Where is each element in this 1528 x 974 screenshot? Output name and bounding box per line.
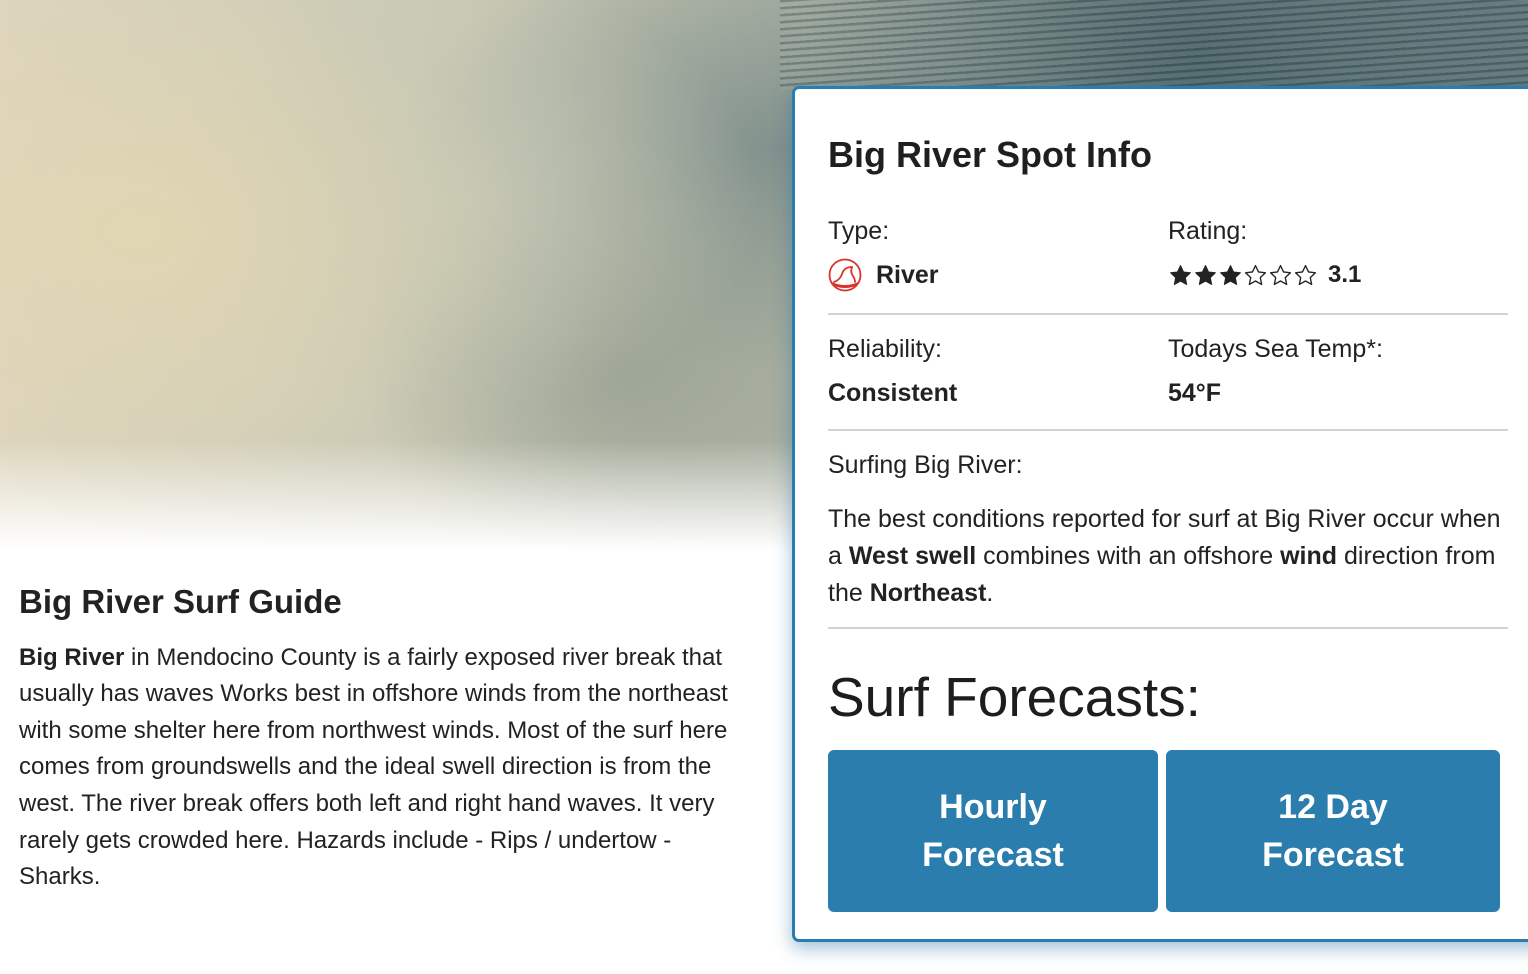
surfing-section: Surfing Big River: The best conditions r… xyxy=(828,447,1508,629)
reliability-value: Consistent xyxy=(828,379,958,407)
surf-guide-description: Big River in Mendocino County is a fairl… xyxy=(19,640,739,896)
star-filled-icon xyxy=(1170,264,1191,285)
surf-guide: Big River Surf Guide Big River in Mendoc… xyxy=(19,582,739,896)
star-filled-icon xyxy=(1220,264,1241,285)
surf-guide-title: Big River Surf Guide xyxy=(19,583,342,620)
rating-value: 3.1 xyxy=(1328,261,1362,288)
surfing-label: Surfing Big River: xyxy=(828,451,1023,479)
surfing-conditions-text: The best conditions reported for surf at… xyxy=(828,501,1508,612)
hourly-forecast-button[interactable]: Hourly Forecast xyxy=(828,750,1158,912)
reliability-cell: Reliability: Consistent xyxy=(828,331,1168,411)
rating-cell: Rating: 3.1 xyxy=(1168,213,1508,293)
sea-temp-label: Todays Sea Temp*: xyxy=(1168,335,1383,363)
surfing-direction: Northeast xyxy=(869,579,987,607)
spot-info-card: Big River Spot Info Type: River Rating: … xyxy=(792,86,1528,942)
reliability-label: Reliability: xyxy=(828,335,942,363)
star-empty-icon xyxy=(1269,264,1292,285)
surf-guide-spot-name: Big River xyxy=(19,643,125,671)
star-filled-icon xyxy=(1195,264,1216,285)
type-value-wrap: River xyxy=(828,257,1168,293)
surf-guide-text: in Mendocino County is a fairly exposed … xyxy=(19,643,728,891)
surfing-text-part2: combines with an offshore xyxy=(976,542,1281,570)
star-empty-icon xyxy=(1244,264,1267,285)
star-empty-icon xyxy=(1294,264,1317,285)
rating-stars xyxy=(1168,263,1318,288)
page: Big River Surf Guide Big River in Mendoc… xyxy=(0,0,1528,974)
surfing-wind: wind xyxy=(1280,542,1338,570)
spot-info-row-type-rating: Type: River Rating: 3.1 xyxy=(828,213,1508,315)
type-cell: Type: River xyxy=(828,213,1168,293)
twelve-day-forecast-button[interactable]: 12 Day Forecast xyxy=(1166,750,1500,912)
spot-info-row-reliability-temp: Reliability: Consistent Todays Sea Temp*… xyxy=(828,331,1508,431)
surfing-text-part4: . xyxy=(986,579,994,607)
type-label: Type: xyxy=(828,217,890,245)
sea-temp-cell: Todays Sea Temp*: 54°F xyxy=(1168,331,1508,411)
rating-value-wrap: 3.1 xyxy=(1168,257,1508,293)
surf-forecasts-title: Surf Forecasts: xyxy=(828,666,1201,728)
spot-info-title: Big River Spot Info xyxy=(828,134,1152,175)
rating-label: Rating: xyxy=(1168,217,1248,245)
type-value: River xyxy=(876,261,939,289)
hourly-forecast-label: Hourly Forecast xyxy=(922,788,1064,874)
river-break-icon xyxy=(828,258,862,292)
surfing-swell: West swell xyxy=(848,542,977,570)
sea-temp-value: 54°F xyxy=(1168,379,1222,407)
twelve-day-forecast-label: 12 Day Forecast xyxy=(1262,788,1404,874)
hero-swell-texture xyxy=(780,0,1528,90)
